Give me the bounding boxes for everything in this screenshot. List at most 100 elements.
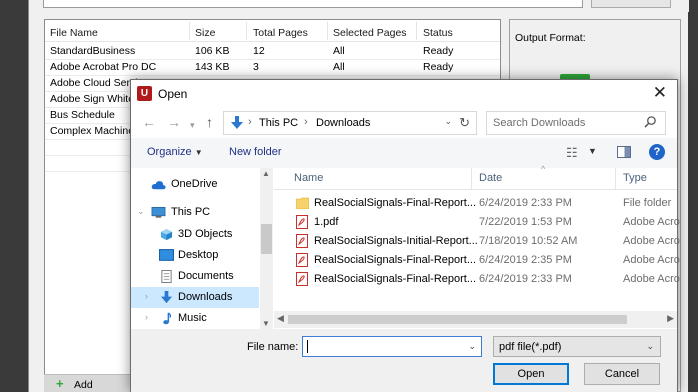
text-cursor xyxy=(307,340,308,353)
nav-item-3d-objects[interactable]: 3D Objects xyxy=(131,224,259,245)
output-format-label: Output Format: xyxy=(515,32,586,44)
file-date: 7/18/2019 10:52 AM xyxy=(479,235,578,247)
dialog-toolbar: Organize ▼ New folder ☷ ▼ ? xyxy=(131,138,677,168)
file-row[interactable]: RealSocialSignals-Final-Report... 6/24/2… xyxy=(274,251,680,270)
nav-item-this-pc[interactable]: ⌄ This PC xyxy=(131,202,259,223)
file-date: 7/22/2019 1:53 PM xyxy=(479,216,572,228)
row-size: 143 KB xyxy=(195,61,230,73)
navigation-pane[interactable]: OneDrive ⌄ This PC 3D Objects Desktop Do… xyxy=(131,168,273,329)
file-row[interactable]: RealSocialSignals-Final-Report... 6/24/2… xyxy=(274,270,680,289)
nav-item-onedrive[interactable]: OneDrive xyxy=(131,174,259,195)
file-type: Adobe Acro xyxy=(623,235,680,247)
row-file-name: StandardBusiness xyxy=(50,45,136,57)
row-pages: 12 xyxy=(253,45,265,57)
dialog-footer: File name: ⌄ pdf file(*.pdf) ⌄ Open Canc… xyxy=(131,329,677,392)
nav-item-downloads[interactable]: › Downloads xyxy=(131,287,259,308)
sort-chevron-icon: ^ xyxy=(541,164,546,174)
address-dropdown-icon[interactable]: ⌄ xyxy=(444,116,452,127)
file-date: 6/24/2019 2:33 PM xyxy=(479,273,572,285)
cancel-button[interactable]: Cancel xyxy=(584,363,660,385)
up-arrow-icon[interactable]: ↑ xyxy=(206,114,213,130)
horizontal-scrollbar[interactable]: ◀ ▶ xyxy=(274,311,677,328)
breadcrumb-this-pc[interactable]: This PC xyxy=(259,117,298,129)
folder-icon xyxy=(296,197,309,209)
row-file-name: Adobe Acrobat Pro DC xyxy=(50,61,157,73)
bg-path-field[interactable] xyxy=(43,0,583,8)
forward-arrow-icon[interactable]: → xyxy=(167,114,181,130)
address-bar[interactable]: › This PC › Downloads ⌄ ↻ xyxy=(223,111,477,135)
scroll-up-icon[interactable]: ▲ xyxy=(262,169,270,178)
new-folder-button[interactable]: New folder xyxy=(229,146,282,158)
recent-locations-chevron-icon[interactable]: ▾ xyxy=(190,117,195,133)
table-row[interactable]: StandardBusiness 106 KB 12 All Ready xyxy=(45,44,500,59)
view-options-icon[interactable]: ☷ xyxy=(566,145,578,161)
file-date: 6/24/2019 2:35 PM xyxy=(479,254,572,266)
nav-pane-scrollbar[interactable]: ▲ ▼ xyxy=(260,168,273,329)
scrollbar-thumb[interactable] xyxy=(261,224,272,254)
col-selected-pages[interactable]: Selected Pages xyxy=(333,27,407,39)
file-row[interactable]: RealSocialSignals-Final-Report... 6/24/2… xyxy=(274,194,677,213)
back-arrow-icon[interactable]: ← xyxy=(142,114,156,130)
file-date: 6/24/2019 2:33 PM xyxy=(479,197,572,209)
column-type[interactable]: Type xyxy=(623,172,647,184)
chevron-right-icon[interactable]: › xyxy=(145,312,148,322)
chevron-down-icon[interactable]: ▼ xyxy=(588,146,597,156)
organize-button[interactable]: Organize ▼ xyxy=(147,146,203,158)
close-icon[interactable]: ✕ xyxy=(653,84,667,102)
scroll-down-icon[interactable]: ▼ xyxy=(262,319,270,328)
row-pages: 3 xyxy=(253,61,259,73)
scroll-left-icon[interactable]: ◀ xyxy=(277,313,284,324)
breadcrumb-downloads[interactable]: Downloads xyxy=(316,117,370,129)
file-list[interactable]: Name ^ Date Type RealSocialSignals-Final… xyxy=(274,164,680,329)
file-row[interactable]: 1.pdf 7/22/2019 1:53 PM Adobe Acro xyxy=(274,213,680,232)
file-name: RealSocialSignals-Initial-Report... xyxy=(314,235,478,247)
pdf-icon xyxy=(296,253,308,267)
nav-item-documents[interactable]: Documents xyxy=(131,266,259,287)
file-row[interactable]: RealSocialSignals-Initial-Report... 7/18… xyxy=(274,232,680,251)
file-type-select[interactable]: pdf file(*.pdf) ⌄ xyxy=(493,336,661,357)
breadcrumb-separator-icon: › xyxy=(304,116,308,128)
file-name: RealSocialSignals-Final-Report... xyxy=(314,273,477,285)
nav-item-desktop[interactable]: Desktop xyxy=(131,245,259,266)
column-name[interactable]: Name xyxy=(294,172,323,184)
column-date[interactable]: Date xyxy=(479,172,502,184)
refresh-icon[interactable]: ↻ xyxy=(459,115,470,131)
search-box[interactable]: Search Downloads xyxy=(486,111,666,135)
dialog-titlebar[interactable]: U Open ✕ xyxy=(131,80,677,108)
nav-item-label: Music xyxy=(178,312,207,324)
scroll-right-icon[interactable]: ▶ xyxy=(667,313,674,324)
pdf-icon xyxy=(296,272,308,286)
open-button[interactable]: Open xyxy=(493,363,569,385)
nav-item-label: Downloads xyxy=(178,291,233,303)
search-placeholder: Search Downloads xyxy=(493,117,586,129)
chevron-right-icon[interactable]: › xyxy=(145,291,148,301)
cube-icon xyxy=(160,228,173,241)
col-total-pages[interactable]: Total Pages xyxy=(253,27,308,39)
add-button[interactable]: Add xyxy=(74,379,93,391)
scrollbar-thumb[interactable] xyxy=(288,315,627,324)
help-icon[interactable]: ? xyxy=(649,144,665,160)
file-name-input[interactable]: ⌄ xyxy=(302,336,482,357)
cloud-icon xyxy=(151,181,166,190)
chevron-down-icon: ▼ xyxy=(194,148,203,157)
nav-item-music[interactable]: › Music xyxy=(131,308,259,329)
preview-pane-icon[interactable] xyxy=(617,146,631,158)
nav-item-label: OneDrive xyxy=(171,178,218,190)
navigation-bar: ← → ▾ ↑ › This PC › Downloads ⌄ ↻ Search… xyxy=(131,108,677,138)
plus-icon[interactable]: + xyxy=(56,376,64,391)
pdf-icon xyxy=(296,234,308,248)
col-size[interactable]: Size xyxy=(195,27,215,39)
file-list-header: Name ^ Date Type xyxy=(274,164,677,190)
nav-item-label: Documents xyxy=(178,270,234,282)
row-file-name: Adobe Cloud Servi xyxy=(50,77,138,89)
chevron-down-icon[interactable]: ⌄ xyxy=(468,341,476,352)
file-type-value: pdf file(*.pdf) xyxy=(499,341,562,353)
bg-browse-button[interactable] xyxy=(591,0,671,8)
col-file-name[interactable]: File Name xyxy=(50,27,98,39)
table-row[interactable]: Adobe Acrobat Pro DC 143 KB 3 All Ready xyxy=(45,60,500,75)
chevron-down-icon[interactable]: ⌄ xyxy=(137,206,145,217)
breadcrumb-separator-icon: › xyxy=(248,116,252,128)
file-type: Adobe Acro xyxy=(623,273,680,285)
nav-item-label: This PC xyxy=(171,206,211,218)
col-status[interactable]: Status xyxy=(423,27,453,39)
